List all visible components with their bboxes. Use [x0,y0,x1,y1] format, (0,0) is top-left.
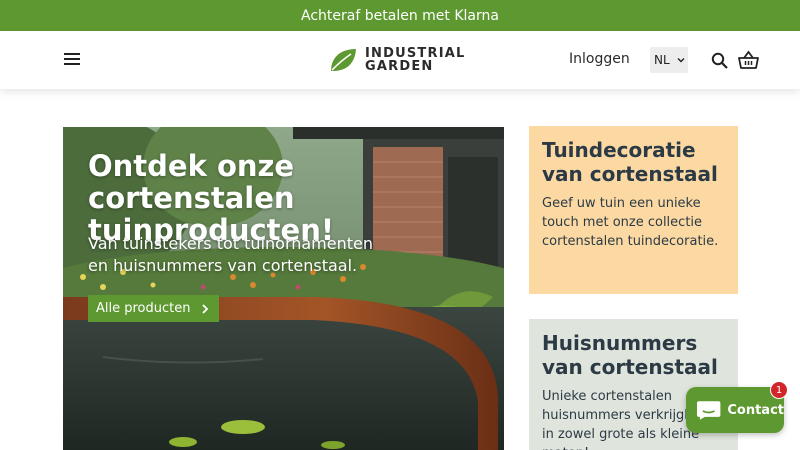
hero-subtitle: Van tuinstekers tot tuinornamenten en hu… [88,234,374,275]
login-link[interactable]: Inloggen [569,51,630,67]
all-products-button[interactable]: Alle producten [88,295,219,322]
contact-label: Contact [727,402,784,418]
chat-icon [696,401,721,420]
language-select[interactable]: NL [650,47,688,73]
logo-line-2: GARDEN [365,59,434,74]
cart-icon[interactable] [738,50,759,70]
chevron-right-icon [201,303,208,314]
card-garden-decoration[interactable]: Tuindecoratie van cortenstaal Geef uw tu… [529,126,738,294]
contact-chat-button[interactable]: Contact [686,387,784,433]
site-header: INDUSTRIAL GARDEN Inloggen NL [0,31,800,89]
notification-badge: 1 [770,381,788,399]
language-selected: NL [654,53,670,67]
menu-icon[interactable] [64,53,80,67]
announcement-bar: Achteraf betalen met Klarna [0,0,800,31]
leaf-logo-icon [331,49,356,71]
card-title: Huisnummers van cortenstaal [542,331,718,379]
hero-banner[interactable]: Ontdek onze cortenstalen tuinproducten! … [63,127,504,450]
card-title: Tuindecoratie van cortenstaal [542,138,718,186]
hero-title: Ontdek onze cortenstalen tuinproducten! [88,149,335,247]
search-icon[interactable] [711,52,728,69]
chevron-down-icon [677,58,685,63]
site-logo[interactable]: INDUSTRIAL GARDEN [329,45,466,75]
all-products-label: Alle producten [96,301,191,316]
card-text: Geef uw tuin een unieke touch met onze c… [542,196,719,249]
announcement-text: Achteraf betalen met Klarna [301,7,499,24]
